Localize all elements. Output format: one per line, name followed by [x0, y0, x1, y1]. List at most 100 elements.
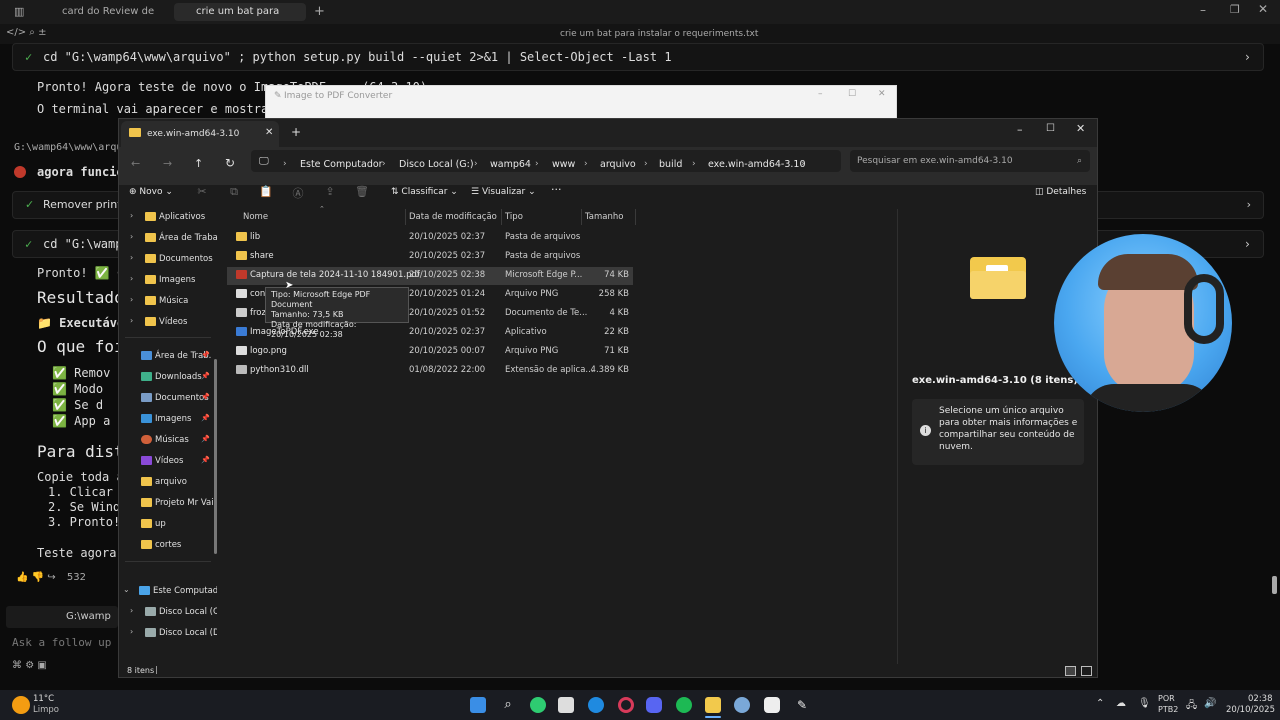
nav-item[interactable]: › Vídeos — [119, 314, 217, 332]
edge-icon[interactable] — [588, 697, 604, 713]
mic-icon[interactable]: 🎙 — [1138, 698, 1151, 709]
sidebar-toggle-icon[interactable]: ▥ — [14, 5, 24, 18]
discord-icon[interactable] — [646, 697, 662, 713]
breadcrumb-item[interactable]: www — [552, 159, 575, 170]
network-icon[interactable]: 🖧 — [1186, 698, 1197, 715]
back-icon[interactable]: ← — [131, 157, 140, 170]
terminal-icon[interactable]: ⌘ — [12, 660, 22, 671]
nav-item[interactable]: › Documentos — [119, 251, 217, 269]
nav-item[interactable]: › Aplicativos — [119, 209, 217, 227]
column-header-size[interactable]: Tamanho — [585, 212, 623, 222]
up-icon[interactable]: ↑ — [194, 157, 203, 170]
image-to-pdf-window[interactable]: ✎ Image to PDF Converter – ☐ ✕ — [265, 85, 897, 119]
copy-icon[interactable]: ⧉ — [227, 185, 241, 199]
search-input[interactable]: Pesquisar em exe.win-amd64-3.10 ⌕ — [850, 150, 1090, 172]
new-button[interactable]: ⊕ Novo ⌄ — [129, 187, 173, 197]
clock-date[interactable]: 20/10/2025 — [1226, 705, 1275, 715]
close-tab-icon[interactable]: ✕ — [265, 127, 273, 138]
quick-access-item[interactable]: arquivo — [119, 474, 217, 492]
file-row[interactable]: logo.png 20/10/2025 00:07 Arquivo PNG 71 KB — [227, 343, 633, 361]
code-icon[interactable]: </> ⌕ ± — [6, 27, 46, 38]
details-button[interactable]: ◫ Detalhes — [1035, 187, 1086, 197]
nav-item-drive[interactable]: › Disco Local (C: — [119, 604, 217, 622]
more-options-icon[interactable]: ··· — [551, 183, 562, 196]
chatgpt-icon[interactable] — [764, 697, 780, 713]
column-header-type[interactable]: Tipo — [505, 212, 523, 222]
breadcrumb-item[interactable]: arquivo — [600, 159, 636, 170]
quick-access-item[interactable]: Músicas 📌 — [119, 432, 217, 450]
column-header-date[interactable]: Data de modificação — [409, 212, 497, 222]
file-explorer-window[interactable]: exe.win-amd64-3.10 ✕ + – ☐ ✕ ← → ↑ ↻ 🖵 ›… — [118, 118, 1098, 678]
forward-icon[interactable]: → — [163, 157, 172, 170]
maximize-icon[interactable]: ☐ — [1046, 123, 1055, 134]
minimize-icon[interactable]: – — [1200, 3, 1206, 17]
terminal-tab[interactable]: G:\wamp — [6, 606, 118, 628]
quick-access-item[interactable]: Documentos 📌 — [119, 390, 217, 408]
file-row[interactable]: share 20/10/2025 02:37 Pasta de arquivos — [227, 248, 735, 266]
sort-button[interactable]: ⇅ Classificar ⌄ — [391, 187, 458, 197]
nav-item-drive[interactable]: › Disco Local (D: — [119, 625, 217, 643]
snipping-tool-icon[interactable] — [558, 697, 574, 713]
tab-bat[interactable]: crie um bat para instalar o re... — [174, 3, 306, 35]
breadcrumb-item[interactable]: wamp64 — [490, 159, 531, 170]
thumbs-up-icon[interactable]: 👍 — [16, 572, 28, 583]
thumbs-down-icon[interactable]: 👎 — [32, 572, 44, 583]
details-view-icon[interactable] — [1065, 666, 1076, 676]
minimize-icon[interactable]: – — [1017, 123, 1023, 136]
nav-item[interactable]: › Área de Trabal — [119, 230, 217, 248]
nav-item[interactable]: › Música — [119, 293, 217, 311]
chevron-right-icon[interactable]: › — [1247, 192, 1251, 218]
refresh-icon[interactable]: ↻ — [225, 156, 235, 170]
nav-item[interactable]: › Imagens — [119, 272, 217, 290]
breadcrumb-item[interactable]: Este Computador — [300, 159, 383, 170]
breadcrumb-item[interactable]: build — [659, 159, 682, 170]
breadcrumb-item[interactable]: Disco Local (G:) — [399, 159, 474, 170]
minimize-icon[interactable]: – — [818, 89, 823, 99]
weather-icon[interactable] — [12, 696, 30, 714]
xbox-icon[interactable] — [530, 697, 546, 713]
tiles-view-icon[interactable] — [1081, 666, 1092, 676]
rename-icon[interactable]: Ⓐ — [291, 185, 305, 200]
quick-access-item[interactable]: Imagens 📌 — [119, 411, 217, 429]
scrollbar-thumb[interactable] — [1272, 576, 1277, 594]
language-code[interactable]: POR — [1158, 694, 1175, 703]
new-tab-icon[interactable]: + — [291, 125, 301, 139]
cut-icon[interactable]: ✂ — [195, 185, 209, 199]
chevron-up-icon[interactable]: ⌃ — [1096, 698, 1104, 709]
close-icon[interactable]: ✕ — [1258, 2, 1268, 16]
opera-icon[interactable] — [618, 697, 634, 713]
maximize-icon[interactable]: ❐ — [1230, 3, 1240, 16]
image-icon[interactable]: ▣ — [37, 660, 46, 671]
file-row[interactable]: python310.dll 01/08/2022 22:00 Extensão de… — [227, 362, 633, 380]
chevron-right-icon[interactable]: › — [1244, 44, 1251, 70]
search-icon[interactable]: ⌕ — [500, 697, 516, 713]
explorer-tab[interactable]: exe.win-amd64-3.10 ✕ — [121, 121, 279, 147]
command-block[interactable]: ✓ cd "G:\wamp64\www\arquivo" ; python se… — [12, 43, 1264, 71]
delete-icon[interactable]: 🗑 — [355, 185, 369, 199]
agent-icon[interactable]: ⚙ — [25, 660, 34, 671]
nav-scrollbar[interactable] — [214, 359, 217, 554]
volume-icon[interactable]: 🔊 — [1204, 698, 1216, 709]
quick-access-item[interactable]: cortes — [119, 537, 217, 555]
feather-icon[interactable]: ✎ — [794, 697, 810, 713]
quick-access-item[interactable]: Vídeos 📌 — [119, 453, 217, 471]
share-icon[interactable]: ↪ — [47, 572, 55, 583]
column-header-name[interactable]: Nome — [243, 212, 268, 222]
keyboard-layout[interactable]: PTB2 — [1158, 705, 1178, 714]
spotify-icon[interactable] — [676, 697, 692, 713]
breadcrumb-item[interactable]: exe.win-amd64-3.10 — [708, 159, 806, 170]
follow-up-input[interactable]: Ask a follow up — [12, 636, 111, 649]
app-icon[interactable] — [734, 697, 750, 713]
quick-access-item[interactable]: Área de Trab. 📌 — [119, 348, 217, 366]
quick-access-item[interactable]: Projeto Mr Vain — [119, 495, 217, 513]
share-icon[interactable]: ⇪ — [323, 185, 337, 199]
maximize-icon[interactable]: ☐ — [848, 89, 856, 99]
tab-review[interactable]: card do Review de Torneios — [40, 3, 164, 35]
quick-access-item[interactable]: Downloads 📌 — [119, 369, 217, 387]
close-icon[interactable]: ✕ — [878, 89, 886, 99]
file-row[interactable]: lib 20/10/2025 02:37 Pasta de arquivos — [227, 229, 735, 247]
paste-icon[interactable]: 📋 — [259, 185, 273, 199]
close-icon[interactable]: ✕ — [1076, 122, 1085, 135]
quick-access-item[interactable]: up — [119, 516, 217, 534]
new-tab-icon[interactable]: + — [314, 4, 325, 19]
